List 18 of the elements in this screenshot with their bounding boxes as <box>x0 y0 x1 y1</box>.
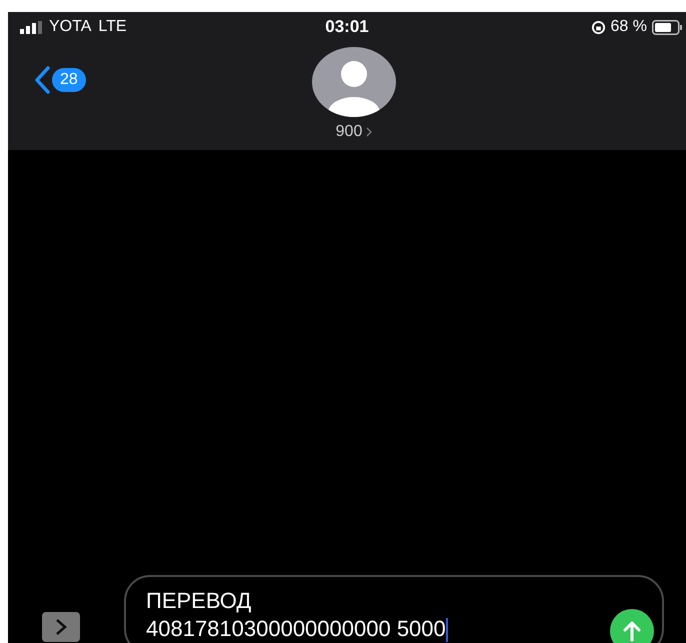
message-field[interactable]: ПЕРЕВОД 40817810300000000000 5000 <box>124 575 664 643</box>
chevron-right-icon <box>55 618 67 636</box>
signal-icon <box>20 20 42 34</box>
clock-time: 03:01 <box>325 17 369 37</box>
arrow-up-icon <box>622 620 642 642</box>
contact-name[interactable]: 900 <box>336 123 372 141</box>
back-chevron-icon <box>34 66 50 94</box>
unread-count-badge: 28 <box>52 68 86 92</box>
network-type: LTE <box>98 18 127 36</box>
send-button[interactable] <box>610 609 654 643</box>
rotation-lock-icon <box>590 20 606 34</box>
carrier-name: YOTA <box>49 18 92 36</box>
text-cursor <box>446 618 448 642</box>
battery-icon <box>652 20 682 34</box>
chevron-right-icon <box>366 127 372 137</box>
avatar-icon[interactable] <box>312 47 396 117</box>
battery-percent: 68 % <box>610 18 647 36</box>
apps-button[interactable] <box>42 612 80 642</box>
